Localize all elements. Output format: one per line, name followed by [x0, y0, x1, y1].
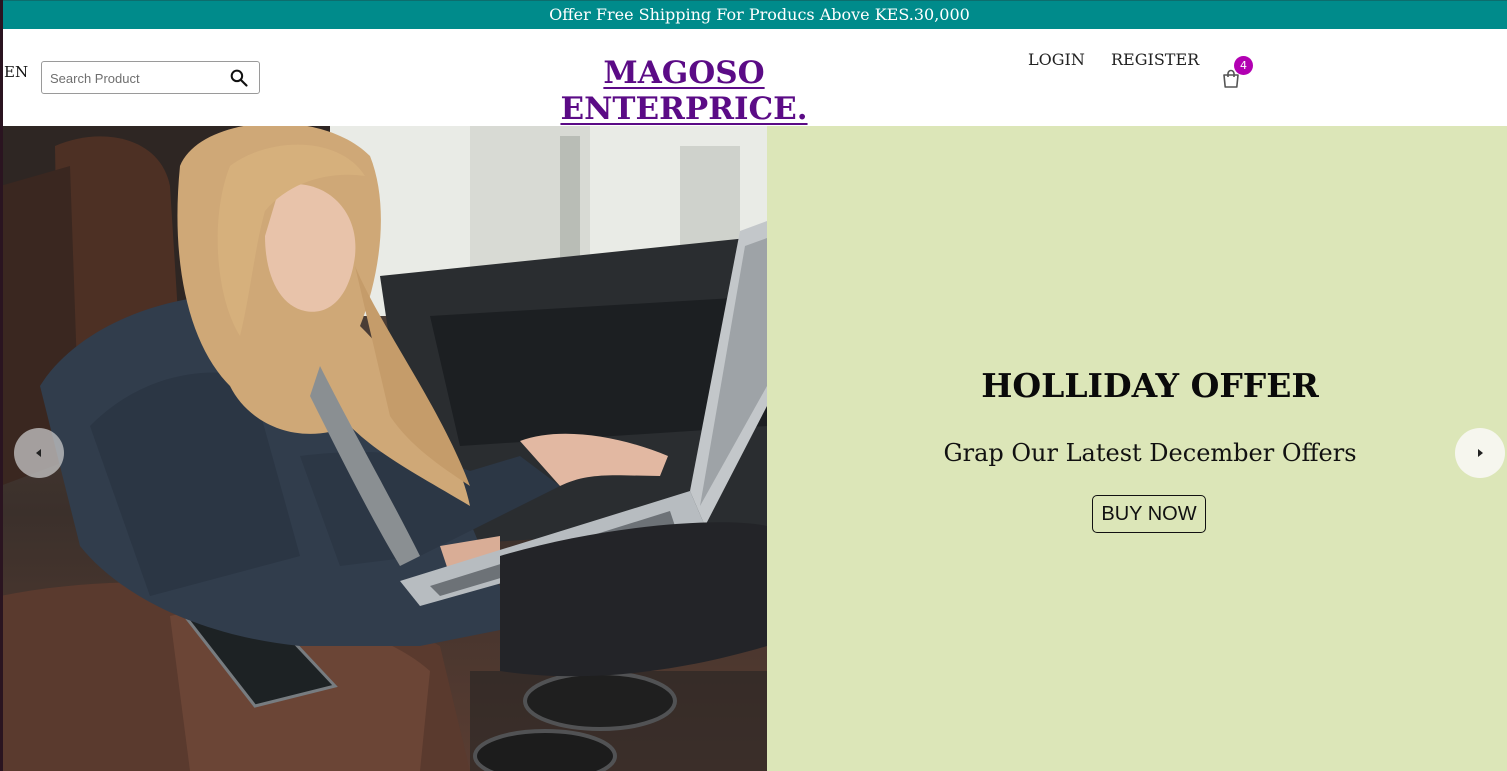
navbar: EN MAGOSO ENTERPRICE. LOGIN REGISTER 4: [0, 29, 1507, 127]
hero-title: HOLLIDAY OFFER: [981, 366, 1319, 405]
left-edge-border: [0, 0, 3, 771]
search-icon[interactable]: [229, 68, 249, 88]
hero-slider: HOLLIDAY OFFER Grap Our Latest December …: [0, 126, 1507, 771]
language-selector[interactable]: EN: [4, 63, 28, 81]
register-link[interactable]: REGISTER: [1111, 50, 1199, 69]
hero-subtitle: Grap Our Latest December Offers: [943, 439, 1357, 467]
woman-laptop-illustration: [0, 126, 767, 771]
search-container: [41, 61, 260, 94]
search-input[interactable]: [50, 68, 220, 88]
site-logo[interactable]: MAGOSO ENTERPRICE.: [508, 55, 860, 127]
hero-image: [0, 126, 767, 771]
caret-right-icon: [1478, 449, 1483, 457]
logo-container: MAGOSO ENTERPRICE.: [508, 55, 860, 127]
announcement-bar: Offer Free Shipping For Producs Above KE…: [0, 0, 1507, 29]
caret-left-icon: [36, 449, 41, 457]
page: Offer Free Shipping For Producs Above KE…: [0, 0, 1507, 771]
announcement-text: Offer Free Shipping For Producs Above KE…: [549, 5, 970, 24]
slider-next-button[interactable]: [1455, 428, 1505, 478]
cart-count-badge: 4: [1234, 56, 1253, 75]
buy-now-button[interactable]: BUY NOW: [1092, 495, 1206, 533]
hero-content: HOLLIDAY OFFER Grap Our Latest December …: [767, 126, 1507, 771]
login-link[interactable]: LOGIN: [1028, 50, 1085, 69]
slider-prev-button[interactable]: [14, 428, 64, 478]
